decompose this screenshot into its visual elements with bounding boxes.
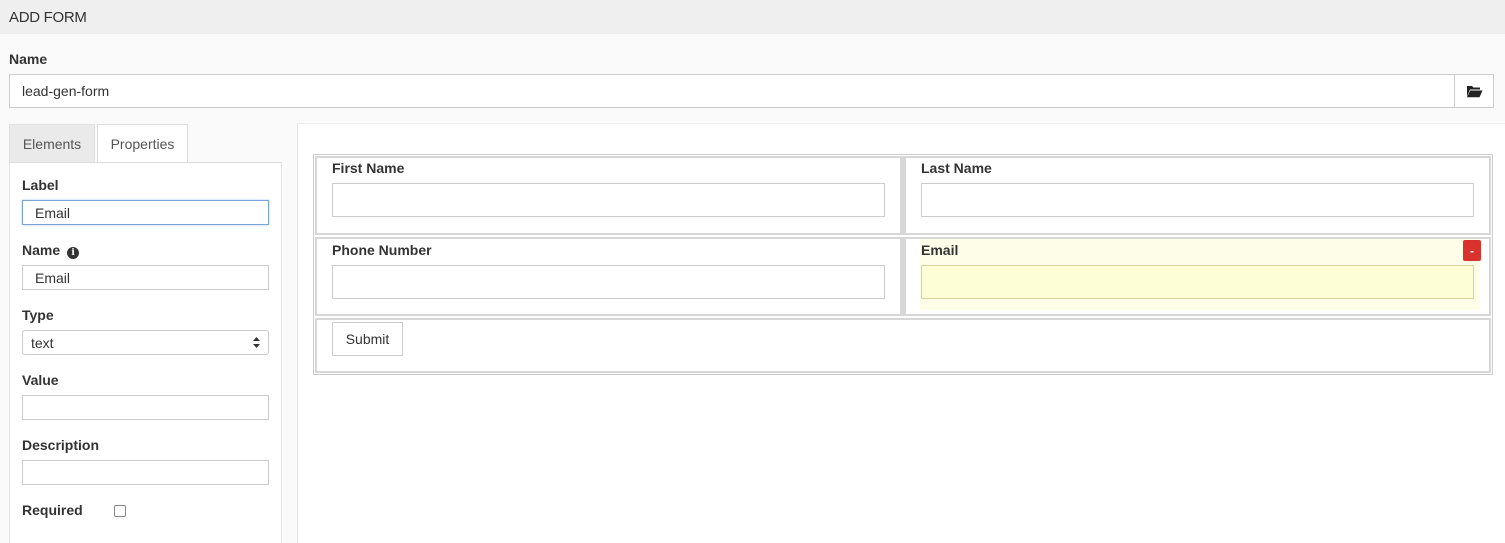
tab-properties[interactable]: Properties [97, 124, 188, 163]
type-property-label: Type [22, 307, 54, 323]
page-title: ADD FORM [9, 9, 87, 26]
first-name-label: First Name [332, 160, 405, 176]
type-select[interactable]: text [22, 330, 269, 355]
phone-number-label: Phone Number [332, 242, 432, 258]
sidebar-tabs: Elements Properties [9, 124, 188, 163]
required-checkbox[interactable] [114, 505, 126, 517]
last-name-label: Last Name [921, 160, 992, 176]
tab-elements[interactable]: Elements [9, 124, 95, 163]
phone-number-input[interactable] [332, 265, 885, 299]
form-row-3 [315, 318, 1491, 373]
form-name-label: Name [9, 51, 48, 67]
last-name-input[interactable] [921, 183, 1474, 217]
folder-open-icon [1466, 85, 1482, 97]
submit-button[interactable]: Submit [332, 322, 403, 356]
type-select-value: text [31, 334, 54, 351]
value-property-label: Value [22, 372, 59, 388]
browse-forms-button[interactable] [1454, 74, 1494, 108]
required-property-label: Required [22, 502, 83, 518]
description-property-label: Description [22, 437, 100, 453]
email-input[interactable] [921, 265, 1474, 299]
label-property-value: Email [35, 204, 71, 221]
first-name-input[interactable] [332, 183, 885, 217]
value-property-input[interactable] [22, 395, 269, 420]
remove-field-button[interactable]: - [1463, 240, 1481, 261]
column-divider [900, 158, 906, 233]
email-label: Email [921, 242, 959, 258]
name-property-value: Email [35, 269, 71, 286]
name-property-input[interactable]: Email [22, 265, 269, 290]
description-property-input[interactable] [22, 460, 269, 485]
name-property-label: Name [22, 242, 61, 258]
form-name-input[interactable] [9, 74, 1454, 108]
column-divider [900, 239, 906, 314]
page-header: ADD FORM [0, 0, 1505, 34]
form-name-group [9, 74, 1494, 108]
info-circle-icon[interactable]: i [67, 247, 80, 259]
label-property-input[interactable]: Email [22, 200, 269, 225]
label-property-label: Label [22, 177, 59, 193]
select-arrows-icon [253, 337, 260, 348]
name-property-label-wrap: Name i [22, 242, 80, 259]
